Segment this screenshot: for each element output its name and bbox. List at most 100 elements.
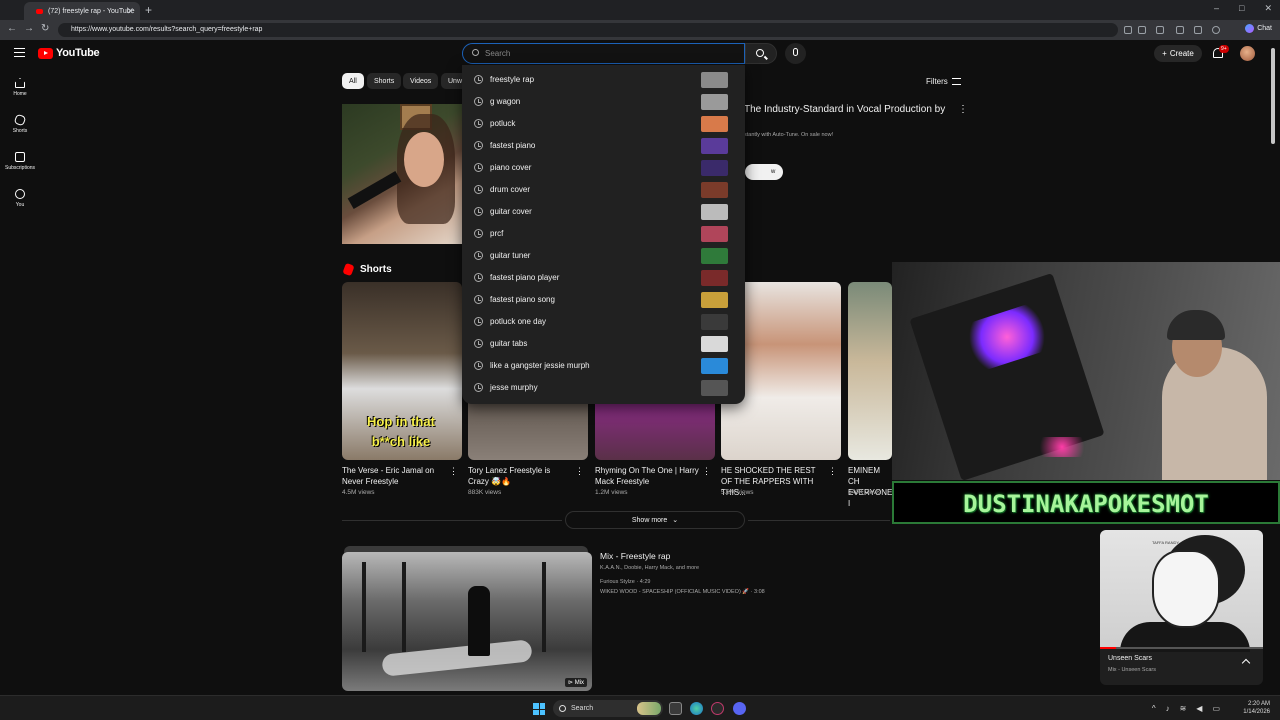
suggestion-item[interactable]: fastest piano player — [462, 267, 745, 289]
browser-tab[interactable]: (72) freestyle rap - YouTube ✕ — [24, 2, 140, 20]
close-window-button[interactable]: ✕ — [1264, 3, 1272, 14]
mix-track[interactable]: WIKED WOOD - SPACESHIP (OFFICIAL MUSIC V… — [600, 589, 765, 595]
create-button[interactable]: + Create — [1154, 45, 1202, 62]
mix-title[interactable]: Mix - Freestyle rap — [600, 551, 670, 561]
widget-icon[interactable] — [637, 702, 661, 715]
minimize-button[interactable]: – — [1214, 3, 1219, 14]
history-icon — [474, 75, 483, 84]
history-icon — [474, 119, 483, 128]
forward-button[interactable]: → — [24, 23, 34, 34]
reload-button[interactable]: ↻ — [41, 23, 49, 34]
chevron-up-icon[interactable]: ^ — [1152, 704, 1156, 713]
suggestion-item[interactable]: fastest piano — [462, 135, 745, 157]
more-options-icon[interactable]: ⋮ — [958, 104, 968, 115]
suggestion-item[interactable]: potluck — [462, 113, 745, 135]
windows-start-icon[interactable] — [533, 703, 545, 715]
ad-title[interactable]: The Industry-Standard in Vocal Productio… — [744, 104, 945, 115]
ad-cta-button[interactable]: w — [745, 164, 783, 180]
suggestion-item[interactable]: guitar cover — [462, 201, 745, 223]
voice-search-button[interactable] — [785, 43, 806, 64]
short-title[interactable]: Tory Lanez Freestyle is Crazy 🤯🔥 — [468, 465, 572, 487]
more-options-icon[interactable]: ⋮ — [702, 466, 711, 477]
rail-item-you[interactable]: You — [0, 189, 40, 208]
history-icon — [474, 229, 483, 238]
task-view-icon[interactable] — [669, 702, 682, 715]
search-box[interactable] — [462, 43, 745, 64]
rail-item-subscriptions[interactable]: Subscriptions — [0, 152, 40, 171]
taskbar-clock[interactable]: 2:20 AM 1/14/2026 — [1243, 700, 1270, 716]
suggestion-item[interactable]: guitar tuner — [462, 245, 745, 267]
suggestion-item[interactable]: like a gangster jessie murph — [462, 355, 745, 377]
mix-track[interactable]: Furious Stylze · 4:29 — [600, 579, 650, 585]
profile-icon[interactable] — [1212, 26, 1220, 34]
mini-player-progress[interactable] — [1100, 647, 1263, 649]
microphone-icon[interactable]: ♪ — [1166, 704, 1170, 713]
short-views: 883K views — [468, 489, 502, 496]
short-title[interactable]: The Verse - Eric Jamal on Never Freestyl… — [342, 465, 446, 487]
chip-videos[interactable]: Videos — [403, 73, 439, 89]
progress-fill — [1100, 647, 1117, 649]
obs-app-icon[interactable] — [711, 702, 724, 715]
menu-icon[interactable] — [14, 48, 25, 57]
discord-icon[interactable] — [733, 702, 746, 715]
battery-icon[interactable]: ▭ — [1212, 704, 1220, 713]
history-icon — [474, 163, 483, 172]
mini-player-subtitle: Mix - Unseen Scars — [1108, 667, 1156, 673]
more-options-icon[interactable]: ⋮ — [828, 466, 837, 477]
network-icon[interactable]: ≋ — [1180, 704, 1187, 713]
create-label: Create — [1169, 49, 1194, 58]
favorite-star-icon[interactable] — [1138, 26, 1146, 34]
subscriptions-icon — [15, 152, 25, 162]
maximize-button[interactable]: □ — [1239, 3, 1244, 14]
volume-icon[interactable]: ◀ — [1196, 704, 1202, 713]
suggestion-thumbnail — [701, 226, 728, 242]
extensions-puzzle-icon[interactable] — [1156, 26, 1164, 34]
chip-all[interactable]: All — [342, 73, 364, 89]
page-scrollbar[interactable] — [1271, 42, 1276, 692]
plus-icon: + — [1162, 49, 1167, 58]
rail-item-shorts[interactable]: Shorts — [0, 113, 40, 134]
new-tab-button[interactable]: + — [145, 3, 152, 17]
ad-thumbnail[interactable] — [342, 104, 462, 244]
tree-shape — [402, 562, 406, 652]
suggestion-item[interactable]: g wagon — [462, 91, 745, 113]
split-screen-icon[interactable] — [1176, 26, 1184, 34]
copilot-chat-button[interactable]: Chat — [1245, 24, 1272, 33]
youtube-logo[interactable]: YouTube — [38, 47, 100, 59]
extension-icon[interactable] — [1124, 26, 1132, 34]
rail-item-home[interactable]: Home — [0, 78, 40, 97]
more-options-icon[interactable]: ⋮ — [575, 466, 584, 477]
chip-shorts[interactable]: Shorts — [367, 73, 402, 89]
mix-thumbnail[interactable] — [342, 552, 592, 691]
avatar[interactable] — [1240, 46, 1255, 61]
edge-browser-icon[interactable] — [690, 702, 703, 715]
history-icon — [474, 97, 483, 106]
chevron-up-icon[interactable] — [1241, 658, 1251, 668]
mini-player[interactable]: TAFFA RANDY Unseen Scars Mix - Unseen Sc… — [1100, 530, 1263, 685]
back-button[interactable]: ← — [7, 23, 17, 34]
short-title[interactable]: EMINEM CH EVERYONE I — [848, 465, 892, 509]
suggestion-item[interactable]: prcf — [462, 223, 745, 245]
search-input[interactable] — [485, 47, 735, 60]
scrollbar-thumb[interactable] — [1271, 48, 1275, 144]
short-card[interactable] — [848, 282, 892, 460]
suggestion-item[interactable]: drum cover — [462, 179, 745, 201]
suggestion-item[interactable]: potluck one day — [462, 311, 745, 333]
suggestion-item[interactable]: freestyle rap — [462, 69, 745, 91]
suggestion-thumbnail — [701, 116, 728, 132]
more-options-icon[interactable]: ⋮ — [449, 466, 458, 477]
suggestion-item[interactable]: piano cover — [462, 157, 745, 179]
collections-icon[interactable] — [1194, 26, 1202, 34]
short-title[interactable]: Rhyming On The One | Harry Mack Freestyl… — [595, 465, 699, 487]
suggestion-item[interactable]: jesse murphy — [462, 377, 745, 399]
search-icon — [472, 49, 479, 56]
suggestion-item[interactable]: fastest piano song — [462, 289, 745, 311]
short-card[interactable]: Hop in that b**ch like — [342, 282, 462, 460]
suggestion-item[interactable]: guitar tabs — [462, 333, 745, 355]
filters-button[interactable]: Filters — [926, 77, 961, 86]
show-more-button[interactable]: Show more ⌄ — [565, 511, 745, 529]
shorts-heading: Shorts — [342, 262, 392, 277]
address-bar[interactable]: https://www.youtube.com/results?search_q… — [58, 23, 1118, 37]
search-button[interactable] — [745, 43, 777, 64]
tab-close-icon[interactable]: ✕ — [126, 6, 134, 17]
